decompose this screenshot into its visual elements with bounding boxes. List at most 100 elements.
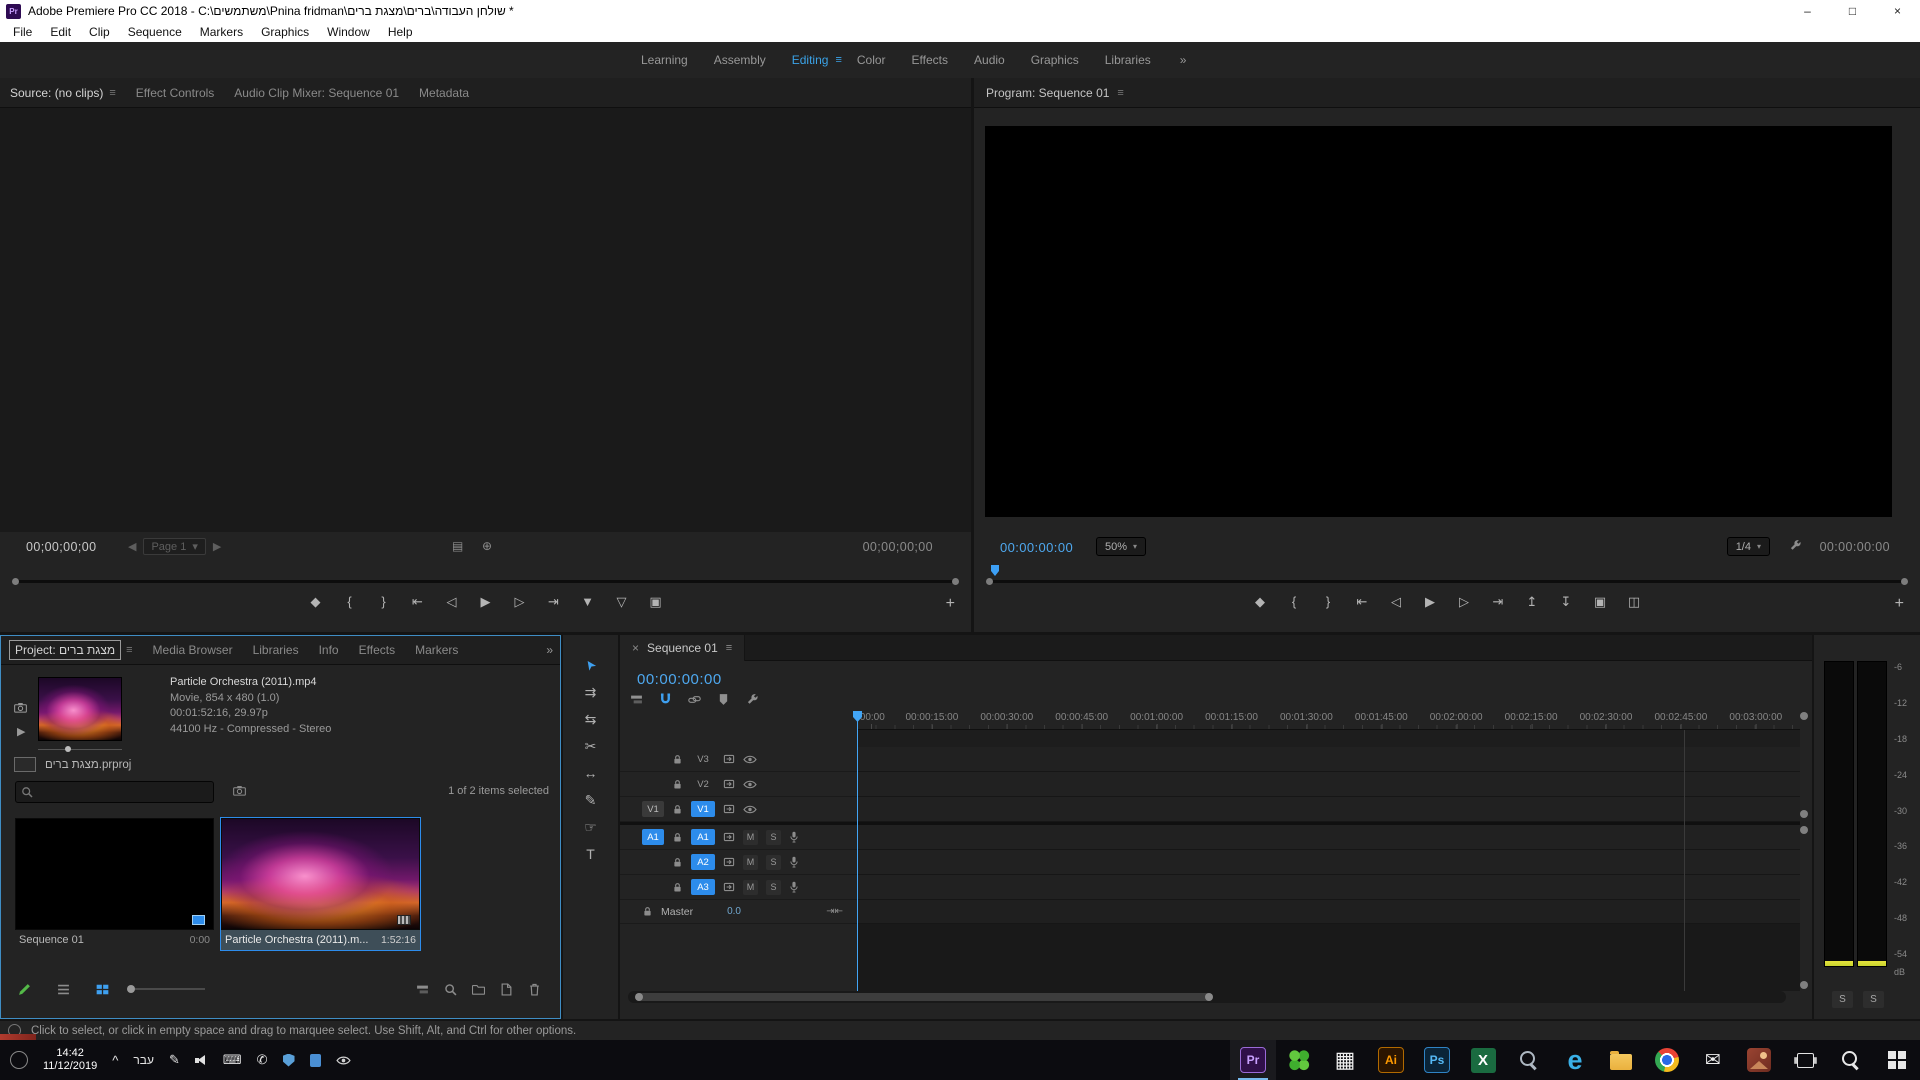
timeline-tab-sequence-01[interactable]: × Sequence 01 ≡ bbox=[620, 635, 745, 661]
menu-item[interactable]: Help bbox=[379, 25, 422, 39]
taskbar-clock[interactable]: 14:42 11/12/2019 bbox=[43, 1047, 97, 1073]
track-name[interactable]: A2 bbox=[691, 854, 715, 870]
maximize-button[interactable]: □ bbox=[1830, 0, 1875, 22]
audio-track-header[interactable]: A2 M S bbox=[620, 850, 857, 875]
filter-bin-icon[interactable] bbox=[233, 784, 246, 797]
next-page-icon[interactable]: ▶ bbox=[213, 540, 221, 553]
taskbar-start-button[interactable] bbox=[1874, 1040, 1920, 1080]
taskbar-photoshop-button[interactable]: Ps bbox=[1414, 1040, 1460, 1080]
program-playhead[interactable] bbox=[991, 565, 999, 576]
close-button[interactable]: × bbox=[1875, 0, 1920, 22]
mark-out-button[interactable]: } bbox=[375, 594, 393, 610]
settings-wrench-icon[interactable] bbox=[1789, 539, 1802, 552]
zoom-handle[interactable] bbox=[1800, 810, 1808, 818]
panel-tab[interactable]: Source: (no clips) bbox=[10, 86, 103, 100]
insert-button[interactable]: ▼ bbox=[579, 594, 597, 610]
sync-lock-icon[interactable] bbox=[723, 803, 735, 815]
language-indicator[interactable]: עבר bbox=[133, 1053, 154, 1067]
preview-scrubber[interactable] bbox=[38, 749, 122, 750]
hand-tool[interactable]: ☞ bbox=[584, 819, 597, 835]
lift-button[interactable]: ↥ bbox=[1523, 594, 1541, 610]
toggle-track-output-icon[interactable] bbox=[743, 804, 757, 815]
audio-track-header[interactable]: A3 M S bbox=[620, 875, 857, 900]
new-bin-button[interactable] bbox=[472, 983, 485, 996]
menu-item[interactable]: Sequence bbox=[119, 25, 191, 39]
playback-resolution-select[interactable]: 1/4▾ bbox=[1727, 537, 1770, 556]
phone-icon[interactable]: ✆ bbox=[257, 1052, 268, 1068]
video-track-header[interactable]: V1 V1 bbox=[620, 797, 857, 822]
menu-item[interactable]: Markers bbox=[191, 25, 252, 39]
program-video-display[interactable] bbox=[985, 126, 1892, 517]
taskbar-search-button[interactable] bbox=[1828, 1040, 1874, 1080]
mute-button[interactable]: M bbox=[743, 880, 758, 895]
panel-menu-icon[interactable]: ≡ bbox=[726, 642, 732, 654]
track-lock-icon[interactable] bbox=[672, 832, 683, 843]
workspace-tab[interactable]: Assembly bbox=[701, 53, 779, 67]
panel-menu-icon[interactable]: ≡ bbox=[1117, 87, 1123, 99]
voiceover-record-icon[interactable] bbox=[789, 881, 799, 893]
preview-play-icon[interactable]: ▶ bbox=[17, 725, 25, 738]
panel-tab[interactable]: Audio Clip Mixer: Sequence 01 bbox=[234, 86, 399, 100]
pen-icon[interactable]: ✎ bbox=[169, 1052, 180, 1068]
eye-icon[interactable] bbox=[336, 1055, 351, 1066]
project-item-sequence-01[interactable]: Sequence 01 0:00 bbox=[15, 818, 214, 950]
go-to-out-button[interactable]: ⇥ bbox=[545, 594, 563, 610]
close-icon[interactable]: × bbox=[632, 641, 639, 655]
item-thumbnail[interactable] bbox=[15, 818, 214, 930]
clear-button[interactable] bbox=[528, 983, 541, 996]
workspace-tab[interactable]: Editing bbox=[779, 53, 842, 67]
overwrite-button[interactable]: ▽ bbox=[613, 594, 631, 610]
zoom-handle[interactable] bbox=[1800, 981, 1808, 989]
source-patch[interactable]: V1 bbox=[642, 801, 664, 817]
menu-item[interactable]: Window bbox=[318, 25, 379, 39]
voiceover-record-icon[interactable] bbox=[789, 856, 799, 868]
snap-toggle[interactable] bbox=[659, 693, 672, 706]
panel-tab[interactable]: Metadata bbox=[419, 86, 469, 100]
track-lock-icon[interactable] bbox=[672, 882, 683, 893]
source-patch[interactable]: A1 bbox=[642, 829, 664, 845]
workspace-tab[interactable]: Color bbox=[844, 53, 899, 67]
master-gain-value[interactable]: 0.0 bbox=[727, 906, 741, 917]
find-button[interactable] bbox=[444, 983, 457, 996]
video-track-lane[interactable] bbox=[857, 797, 1800, 822]
play-button[interactable]: ▶ bbox=[1421, 594, 1439, 610]
panel-tab[interactable]: Markers bbox=[415, 643, 458, 657]
master-track-header[interactable]: Master 0.0 ⇥⇤ bbox=[620, 900, 857, 924]
audio-track-header[interactable]: A1 A1 M S bbox=[620, 825, 857, 850]
track-lock-icon[interactable] bbox=[642, 906, 653, 917]
menu-item[interactable]: Graphics bbox=[252, 25, 318, 39]
prev-page-icon[interactable]: ◀ bbox=[128, 540, 136, 553]
voiceover-record-icon[interactable] bbox=[789, 831, 799, 843]
panel-tab[interactable]: Media Browser bbox=[153, 643, 233, 657]
track-lock-icon[interactable] bbox=[672, 754, 683, 765]
ripple-edit-tool[interactable]: ⇆ bbox=[585, 711, 597, 727]
tray-app-icon[interactable] bbox=[10, 1051, 28, 1069]
sync-lock-icon[interactable] bbox=[723, 778, 735, 790]
workspace-menu-icon[interactable]: ≡ bbox=[835, 54, 841, 66]
razor-tool[interactable]: ✂ bbox=[585, 738, 597, 754]
taskbar-mail-button[interactable]: ✉ bbox=[1690, 1040, 1736, 1080]
panel-tab[interactable]: Project: מצגת ברים bbox=[10, 641, 120, 659]
mark-in-button[interactable]: { bbox=[341, 594, 359, 610]
comparison-view-button[interactable]: ◫ bbox=[1625, 594, 1643, 610]
panel-menu-icon[interactable]: ≡ bbox=[109, 87, 115, 99]
menu-item[interactable]: Edit bbox=[41, 25, 80, 39]
track-lock-icon[interactable] bbox=[672, 804, 683, 815]
step-forward-button[interactable]: ▷ bbox=[511, 594, 529, 610]
toggle-track-output-icon[interactable] bbox=[743, 779, 757, 790]
taskbar-illustrator-button[interactable]: Ai bbox=[1368, 1040, 1414, 1080]
selection-tool[interactable]: ➤ bbox=[581, 656, 600, 674]
sync-lock-icon[interactable] bbox=[723, 753, 735, 765]
master-track-lane[interactable] bbox=[857, 900, 1800, 924]
taskbar-green-app-button[interactable] bbox=[1276, 1040, 1322, 1080]
taskbar-task-view-button[interactable] bbox=[1782, 1040, 1828, 1080]
nest-toggle[interactable] bbox=[630, 693, 643, 706]
add-marker-button[interactable]: ◆ bbox=[307, 594, 325, 610]
playhead[interactable] bbox=[853, 711, 862, 991]
linked-selection-toggle[interactable] bbox=[688, 693, 701, 706]
program-position-timecode[interactable]: 00:00:00:00 bbox=[1000, 540, 1073, 555]
solo-left-button[interactable]: S bbox=[1832, 991, 1853, 1008]
zoom-handle[interactable] bbox=[1800, 826, 1808, 834]
workspace-tab[interactable]: Effects bbox=[899, 53, 961, 67]
timeline-position-timecode[interactable]: 00:00:00:00 bbox=[637, 671, 722, 688]
